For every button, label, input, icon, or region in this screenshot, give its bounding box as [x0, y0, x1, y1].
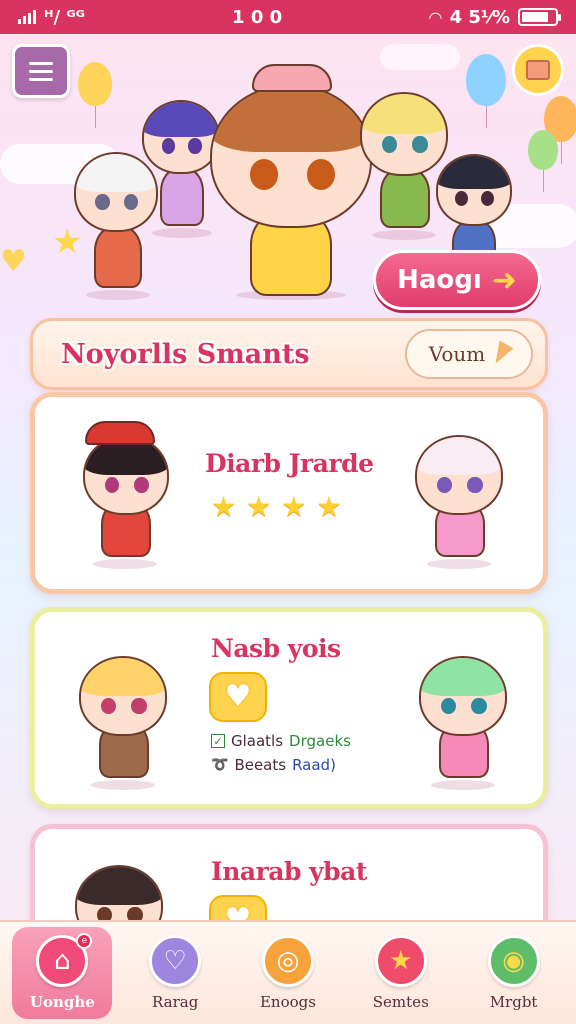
view-all-button[interactable]: Voum	[405, 329, 533, 379]
clock: 1 0 0	[232, 6, 283, 28]
battery-icon	[518, 8, 561, 26]
character-red-beret	[77, 421, 173, 571]
heart-deco-icon: ♥	[0, 244, 27, 279]
status-left: ᴴ/ ᴳᴳ	[18, 7, 85, 28]
nav-item-semtes[interactable]: ★ Semtes	[351, 927, 451, 1019]
star-rating: ★ ★ ★ ★	[211, 493, 341, 521]
hero-banner: ★ ♥ Haogı ➜	[0, 34, 576, 324]
arrow-right-icon: ➜	[491, 262, 517, 298]
tag-value: Drgaeks	[289, 732, 351, 750]
character-blonde-beret	[73, 642, 173, 792]
section-header: Noyorlls Smants Voum	[30, 318, 548, 390]
swirl-icon: ➰	[211, 757, 229, 773]
coin-icon: ◎	[261, 935, 314, 987]
heart-icon: ♥	[209, 672, 267, 722]
section-title: Noyorlls Smants	[61, 338, 310, 370]
nav-item-home[interactable]: ⌂ e Uonghe	[12, 927, 113, 1019]
card-title: Inarab ybat	[211, 857, 367, 886]
nav-label: Semtes	[372, 993, 429, 1011]
menu-button[interactable]	[12, 44, 70, 98]
tag-label: Beeats	[234, 756, 287, 774]
nav-item-enoogs[interactable]: ◎ Enoogs	[238, 927, 338, 1019]
tag-row: ✓ Glaatls Drgaeks	[211, 732, 351, 750]
view-label: Voum	[428, 342, 486, 366]
signal-icon	[18, 10, 36, 24]
star-icon: ★	[374, 935, 427, 987]
nav-item-rarag[interactable]: ♡ Rarag	[125, 927, 225, 1019]
wifi-icon: ◠	[429, 7, 442, 27]
balloon-icon	[528, 130, 558, 192]
play-button[interactable]: Haogı ➜	[373, 250, 541, 310]
character-card[interactable]: Nasb yois ♥ ✓ Glaatls Drgaeks ➰ Beeats R…	[30, 607, 548, 809]
battery-text: 4 5⅟%	[449, 6, 510, 28]
star-icon: ★	[281, 490, 307, 523]
tag-row: ➰ Beeats Raad)	[211, 756, 336, 774]
ice-cream-icon	[488, 340, 514, 368]
globe-icon: ◉	[487, 935, 540, 987]
nav-label: Enoogs	[259, 993, 316, 1011]
beret	[252, 64, 332, 92]
status-right: ◠ 4 5⅟%	[429, 6, 561, 28]
carrier-text: ᴴ/ ᴳᴳ	[44, 6, 85, 28]
balloon-icon	[78, 62, 112, 128]
gift-button[interactable]	[512, 44, 564, 96]
gift-icon	[526, 60, 550, 80]
heart-gem-icon: ♡	[149, 935, 202, 987]
nav-label: Uonghe	[29, 993, 95, 1011]
character-green-hair	[413, 642, 513, 792]
star-icon: ★	[211, 490, 237, 523]
nav-item-mrgbt[interactable]: ◉ Mrgbt	[464, 927, 564, 1019]
tag-label: Glaatls	[231, 732, 284, 750]
star-icon: ★	[246, 490, 272, 523]
card-title: Nasb yois	[211, 634, 341, 663]
card-title: Diarb Jrarde	[205, 449, 374, 478]
balloon-icon	[466, 54, 506, 128]
status-bar: ᴴ/ ᴳᴳ 1 0 0 ◠ 4 5⅟%	[0, 0, 576, 34]
checkbox-icon: ✓	[211, 734, 225, 748]
star-icon: ★	[316, 490, 342, 523]
nav-label: Mrgbt	[489, 993, 538, 1011]
notification-badge: e	[76, 933, 93, 949]
character-pink-hair	[409, 421, 509, 571]
tag-value: Raad)	[292, 756, 336, 774]
character-card[interactable]: Diarb Jrarde ★ ★ ★ ★	[30, 392, 548, 594]
character-main-brown-hair	[206, 64, 376, 304]
bottom-nav: ⌂ e Uonghe ♡ Rarag ◎ Enoogs ★ Semtes ◉ M…	[0, 920, 576, 1024]
play-label: Haogı	[397, 265, 482, 295]
nav-label: Rarag	[152, 993, 199, 1011]
